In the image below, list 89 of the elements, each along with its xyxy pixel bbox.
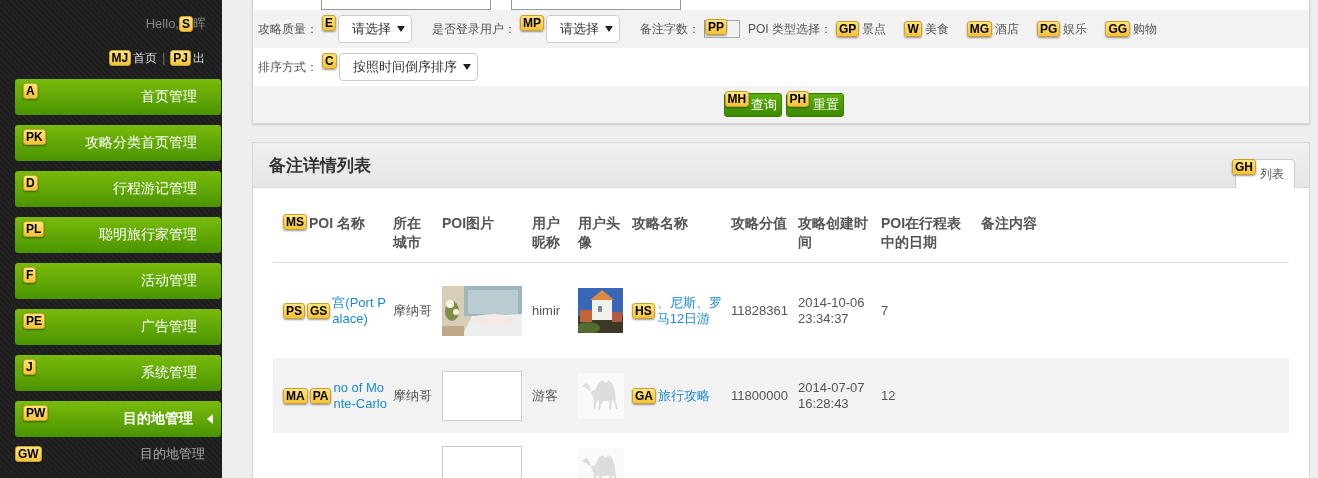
select-dropdown[interactable]: 请选择 (546, 15, 620, 43)
hint-badge[interactable]: PJ (170, 50, 191, 66)
select-dropdown[interactable]: 请选择 (338, 15, 412, 43)
hint-badge[interactable]: PK (23, 129, 46, 145)
hint-badge[interactable]: PP (705, 19, 728, 35)
city-text: 摩纳哥 (393, 302, 432, 319)
hint-badge[interactable]: PG (1037, 21, 1061, 37)
hint-badge[interactable]: MG (966, 21, 993, 37)
menu-item[interactable]: PW 目的地管理 (15, 401, 221, 437)
hint-badge[interactable]: PA (309, 387, 332, 404)
hint-badge[interactable]: GG (1105, 21, 1131, 37)
hint-badge[interactable]: GW (15, 446, 42, 462)
hint-badge[interactable]: GS (307, 302, 331, 319)
score-text: 11800000 (731, 387, 788, 404)
checkbox-label: 美食 (924, 20, 949, 38)
column-header: POI 名称 (309, 214, 365, 233)
date-text: 2014-10-06 23:34:37 (798, 294, 866, 327)
checkbox-label: 购物 (1133, 20, 1158, 38)
dropdown-arrow-icon (605, 26, 613, 32)
hint-badge[interactable]: C (322, 53, 337, 69)
day-text: 12 (881, 387, 896, 404)
caret-icon (207, 414, 213, 424)
hint-badge[interactable]: GH (1232, 159, 1256, 175)
hint-badge[interactable]: E (322, 15, 336, 31)
hint-badge[interactable]: A (23, 83, 38, 99)
menu-item[interactable]: PL 聪明旅行家管理 (15, 217, 221, 253)
menu-item[interactable]: PE 广告管理 (15, 309, 221, 345)
guide-link[interactable]: 、尼斯、罗马12日游 (656, 294, 725, 327)
nav-link[interactable]: 出 (193, 49, 205, 67)
menu-item[interactable]: J 系统管理 (15, 355, 221, 391)
separator-text: | (162, 51, 166, 65)
column-header: 所在城市 (393, 214, 422, 252)
column-header: 用户头像 (578, 214, 621, 252)
checkbox-label: 娱乐 (1063, 20, 1088, 38)
hint-badge[interactable]: F (23, 267, 37, 283)
action-button[interactable]: MH 查询 (723, 92, 782, 117)
user-name: 晖 (193, 14, 206, 33)
column-header: 备注内容 (981, 214, 1037, 233)
poi-link[interactable]: 宫(Port Palace) (332, 294, 387, 327)
filter-label: 备注字数： (640, 20, 700, 38)
input-field[interactable]: PP (704, 20, 740, 38)
action-button[interactable]: PH 重置 (785, 92, 844, 117)
checkbox-label: 酒店 (995, 20, 1020, 38)
nickname-text: 游客 (532, 387, 558, 404)
dropdown-arrow-icon (397, 26, 405, 32)
filter-label: 是否登录用户： (432, 20, 516, 38)
menu-item[interactable]: F 活动管理 (15, 263, 221, 299)
column-header: 攻略名称 (632, 214, 688, 233)
hint-badge[interactable]: MP (520, 15, 544, 31)
hint-badge[interactable]: PL (23, 221, 45, 237)
column-header: 攻略分值 (731, 214, 787, 233)
menu-item[interactable]: D 行程游记管理 (15, 171, 221, 207)
hint-badge[interactable]: PH (786, 90, 810, 107)
column-header: 攻略创建时间 (798, 214, 869, 252)
hint-badge[interactable]: PW (23, 405, 49, 421)
filter-label: POI 类型选择： (748, 20, 833, 38)
day-text: 7 (881, 302, 889, 319)
hint-badge[interactable]: J (23, 359, 36, 375)
column-header: 用户昵称 (532, 214, 561, 252)
score-text: 11828361 (731, 302, 788, 319)
submenu-item[interactable]: 目的地管理 (140, 445, 205, 463)
hint-badge[interactable]: MJ (108, 50, 132, 66)
hint-badge[interactable]: D (23, 175, 38, 191)
menu-item[interactable]: PK 攻略分类首页管理 (15, 125, 221, 161)
hint-badge[interactable]: S (179, 15, 193, 32)
nav-link[interactable]: 首页 (133, 49, 158, 67)
hint-badge[interactable]: MH (724, 90, 750, 107)
hint-badge[interactable]: GA (632, 387, 656, 404)
tab[interactable]: GH 列表 (1235, 159, 1295, 188)
hint-badge[interactable]: MA (283, 387, 308, 404)
date-text: 2014-07-07 16:28:43 (798, 379, 866, 412)
hint-badge[interactable]: PE (23, 313, 45, 329)
column-header: POI在行程表中的日期 (881, 214, 963, 252)
nickname-text: himir (532, 302, 561, 319)
hint-badge[interactable]: GP (836, 21, 860, 37)
select-dropdown[interactable]: 按照时间倒序排序 (338, 53, 478, 81)
hint-badge[interactable]: PS (283, 302, 305, 319)
hint-badge[interactable]: W (904, 21, 922, 37)
filter-label: 攻略质量： (258, 20, 318, 38)
checkbox-label: 景点 (862, 20, 887, 38)
city-text: 摩纳哥 (393, 387, 432, 404)
column-header: POI图片 (442, 214, 495, 233)
filter-label: 排序方式： (258, 58, 318, 76)
menu-item[interactable]: A 首页管理 (15, 79, 221, 115)
dropdown-arrow-icon (462, 64, 471, 70)
hint-badge[interactable]: HS (632, 302, 655, 319)
hint-badge[interactable]: MS (283, 214, 307, 230)
greeting-text: Hello, (145, 16, 179, 31)
panel-title: 备注详情列表 (269, 154, 371, 177)
